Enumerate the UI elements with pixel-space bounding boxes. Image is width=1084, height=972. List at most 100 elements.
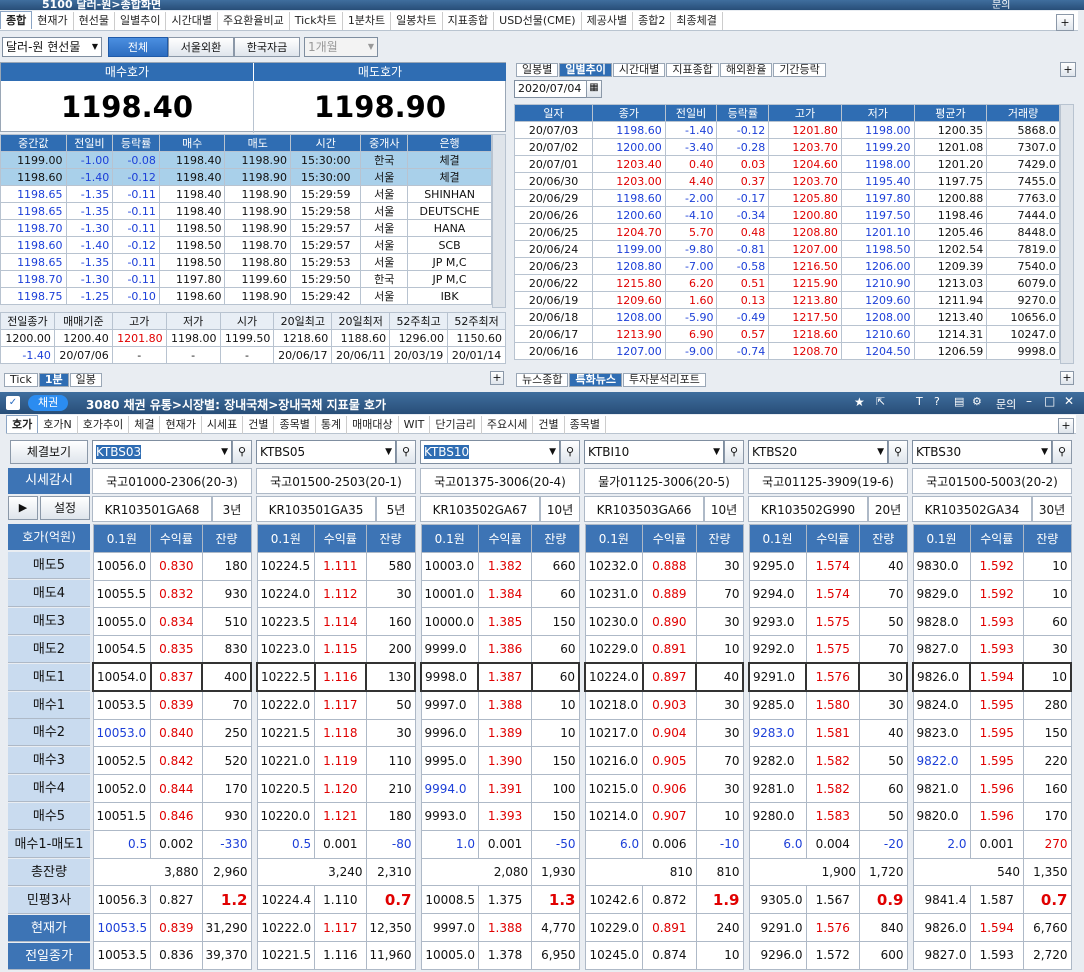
bond-ask-row[interactable]: 10223.5 1.114 160 xyxy=(256,607,416,637)
bond-price[interactable]: 10223.5 xyxy=(256,607,316,637)
bond-ask-row[interactable]: 9829.0 1.592 10 xyxy=(912,579,1072,609)
daily-row[interactable]: 20/07/03 1198.60 -1.40 -0.12 1201.80 1198.00 1… xyxy=(513,121,1060,139)
bond-bid-row[interactable]: 9283.0 1.581 40 xyxy=(748,718,908,748)
bond-bid-row[interactable]: 9997.0 1.388 10 xyxy=(420,690,580,720)
bond-bid-row[interactable]: 10052.5 0.842 520 xyxy=(92,746,252,776)
bond-price[interactable]: 10056.0 xyxy=(92,551,152,581)
bond-ask-row[interactable]: 10229.0 0.891 10 xyxy=(584,635,744,664)
chevron-down-icon[interactable]: ▼ xyxy=(221,441,231,463)
tick-header[interactable]: 전일비 xyxy=(65,134,114,152)
bond-price[interactable]: 10215.0 xyxy=(584,774,644,803)
daily-header[interactable]: 저가 xyxy=(840,104,915,122)
bond-ask-row[interactable]: 10223.0 1.115 200 xyxy=(256,635,416,664)
top-tab-0[interactable]: 종합 xyxy=(0,11,33,29)
product-select[interactable]: 달러-원 현선물 ▼ xyxy=(2,37,102,57)
bond-price[interactable]: 10224.5 xyxy=(256,551,316,581)
news-tab-1[interactable]: 특화뉴스 xyxy=(569,373,622,387)
tick-header[interactable]: 은행 xyxy=(407,134,492,152)
bond-price[interactable]: 10221.0 xyxy=(256,746,316,776)
search-icon[interactable]: ⚲ xyxy=(1052,440,1072,464)
bond-tab-4[interactable]: 현재가 xyxy=(160,416,202,434)
bond-tab-12[interactable]: 주요시세 xyxy=(482,416,534,434)
bond-bid-row[interactable]: 10215.0 0.906 30 xyxy=(584,774,744,803)
bond-bid-row[interactable]: 9995.0 1.390 150 xyxy=(420,746,580,776)
play-button[interactable]: ▶ xyxy=(8,496,38,520)
daily-header[interactable]: 고가 xyxy=(768,104,842,122)
bond-ask-row[interactable]: 10055.5 0.832 930 xyxy=(92,579,252,609)
chevron-down-icon[interactable]: ▼ xyxy=(549,441,559,463)
price-watch-button[interactable]: 시세감시 xyxy=(8,468,90,494)
bond-bid-row[interactable]: 10214.0 0.907 10 xyxy=(584,801,744,831)
daily-row[interactable]: 20/06/26 1200.60 -4.10 -0.34 1200.80 1197.50 1… xyxy=(513,206,1060,224)
bond-price[interactable]: 9995.0 xyxy=(420,746,479,776)
bond-tab-7[interactable]: 종목별 xyxy=(274,416,316,434)
filter-seoul-button[interactable]: 서울외환 xyxy=(168,37,234,57)
search-icon[interactable]: ⚲ xyxy=(724,440,744,464)
bond-price[interactable]: 10229.0 xyxy=(584,635,644,664)
bond-price[interactable]: 9829.0 xyxy=(912,579,971,609)
top-tab-7[interactable]: 1분차트 xyxy=(343,12,392,30)
maximize-icon[interactable]: □ xyxy=(1044,394,1055,408)
daily-header[interactable]: 전일비 xyxy=(664,104,718,122)
daily-header[interactable]: 거래량 xyxy=(986,104,1060,122)
chevron-down-icon[interactable]: ▼ xyxy=(877,441,887,463)
bond-price[interactable]: 10224.0 xyxy=(584,662,644,693)
bond-bid-row[interactable]: 9996.0 1.389 10 xyxy=(420,718,580,748)
daily-row[interactable]: 20/06/25 1204.70 5.70 0.48 1208.80 1201.10 120… xyxy=(513,223,1060,241)
link-icon[interactable]: ⇱ xyxy=(876,395,885,408)
bond-ask-row[interactable]: 9826.0 1.594 10 xyxy=(911,662,1072,693)
daily-header[interactable]: 등락률 xyxy=(716,104,770,122)
tick-header[interactable]: 매도 xyxy=(224,134,292,152)
bond-price[interactable]: 10222.5 xyxy=(256,662,316,693)
bond-ask-row[interactable]: 9293.0 1.575 50 xyxy=(748,607,908,637)
bond-tab-1[interactable]: 호가N xyxy=(38,416,78,434)
tick-row[interactable]: 1198.60 -1.40 -0.12 1198.50 1198.70 15:29:57 서… xyxy=(0,236,492,254)
bond-price[interactable]: 10232.0 xyxy=(584,551,644,581)
daily-row[interactable]: 20/06/30 1203.00 4.40 0.37 1203.70 1195.40 119… xyxy=(513,172,1060,190)
daily-tab-2[interactable]: 시간대별 xyxy=(612,63,666,77)
tick-row[interactable]: 1198.70 -1.30 -0.11 1198.50 1198.90 15:29:57 서… xyxy=(0,219,492,237)
daily-tab-3[interactable]: 지표종합 xyxy=(666,63,719,77)
bond-price[interactable]: 9282.0 xyxy=(748,746,807,776)
daily-row[interactable]: 20/06/18 1208.00 -5.90 -0.49 1217.50 1208.00 1… xyxy=(513,308,1060,326)
news-add-button[interactable]: + xyxy=(1060,371,1074,385)
bond-ask-row[interactable]: 10231.0 0.889 70 xyxy=(584,579,744,609)
bond-price[interactable]: 10051.5 xyxy=(92,801,152,831)
bond-price[interactable]: 9293.0 xyxy=(748,607,807,637)
bond-bid-row[interactable]: 10217.0 0.904 30 xyxy=(584,718,744,748)
bond-price[interactable]: 10053.5 xyxy=(92,690,152,720)
daily-scrollbar[interactable] xyxy=(1060,104,1074,364)
bond-price[interactable]: 9999.0 xyxy=(420,635,479,664)
left-add-button[interactable]: + xyxy=(490,371,504,385)
bond-price[interactable]: 9292.0 xyxy=(748,635,807,664)
daily-row[interactable]: 20/06/23 1208.80 -7.00 -0.58 1216.50 1206.00 1… xyxy=(513,257,1060,275)
bond-price[interactable]: 9996.0 xyxy=(420,718,479,748)
daily-header[interactable]: 종가 xyxy=(592,104,666,122)
bond-tab-3[interactable]: 체결 xyxy=(129,416,161,434)
bond-price[interactable]: 9997.0 xyxy=(420,690,479,720)
top-tab-11[interactable]: 제공사별 xyxy=(582,12,634,30)
bond-bid-row[interactable]: 10218.0 0.903 30 xyxy=(584,690,744,720)
bond-bid-row[interactable]: 9282.0 1.582 50 xyxy=(748,746,908,776)
search-icon[interactable]: ⚲ xyxy=(560,440,580,464)
daily-tab-4[interactable]: 해외환율 xyxy=(719,63,773,77)
bond-price[interactable]: 10055.0 xyxy=(92,607,152,637)
bond-price[interactable]: 10052.5 xyxy=(92,746,152,776)
print-icon[interactable]: ▤ xyxy=(954,395,964,408)
bond-ask-row[interactable]: 9827.0 1.593 30 xyxy=(912,635,1072,664)
bond-bid-row[interactable]: 10220.5 1.120 210 xyxy=(256,774,416,803)
bond-price[interactable]: 9824.0 xyxy=(912,690,971,720)
text-icon[interactable]: T xyxy=(916,395,923,408)
bond-price[interactable]: 10217.0 xyxy=(584,718,644,748)
chevron-down-icon[interactable]: ▼ xyxy=(1041,441,1051,463)
top-tab-8[interactable]: 일봉차트 xyxy=(391,12,443,30)
add-tab-button[interactable]: + xyxy=(1056,14,1074,31)
tick-header[interactable]: 중간값 xyxy=(0,134,67,152)
bond-price[interactable]: 9280.0 xyxy=(748,801,807,831)
minimize-icon[interactable]: – xyxy=(1026,394,1032,408)
daily-add-button[interactable]: + xyxy=(1060,62,1076,77)
bond-price[interactable]: 9285.0 xyxy=(748,690,807,720)
bond-price[interactable]: 9826.0 xyxy=(911,662,972,693)
bond-ask-row[interactable]: 9830.0 1.592 10 xyxy=(912,551,1072,581)
bond-bid-row[interactable]: 9280.0 1.583 50 xyxy=(748,801,908,831)
